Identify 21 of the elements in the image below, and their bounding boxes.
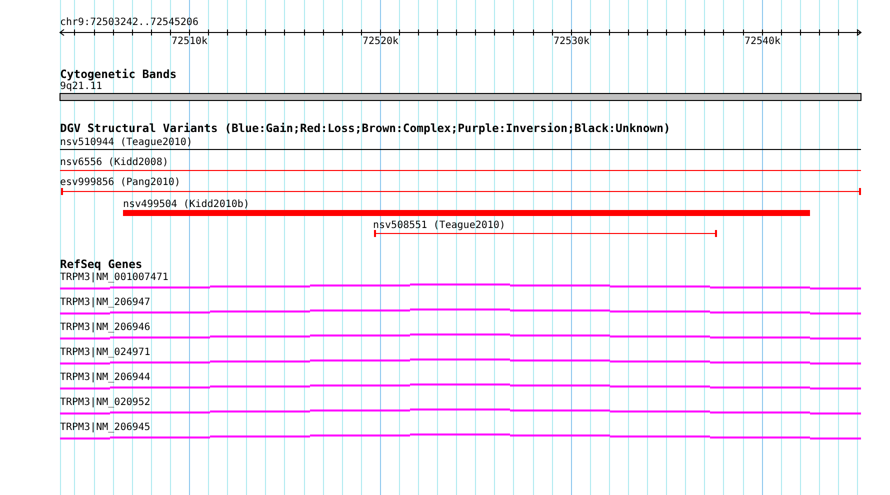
transcript-label: TRPM3|NM_001007471 [60,272,168,283]
track-title: Cytogenetic Bands [60,67,177,81]
transcript-label: TRPM3|NM_020952 [60,397,150,408]
tick-label: 72540k [744,36,781,47]
band-label: 9q21.11 [60,81,102,92]
transcript-label: TRPM3|NM_206947 [60,297,150,308]
track-title: DGV Structural Variants (Blue:Gain;Red:Loss;Brown:Complex;Purple:Inversion;Black:Unknown) [60,121,670,135]
transcript-label: TRPM3|NM_024971 [60,347,150,358]
region-coordinates: chr9:72503242..72545206 [60,17,198,28]
tick-label: 72530k [553,36,590,47]
variant-label: nsv510944 (Teague2010) [60,137,192,148]
variant-label: nsv499504 (Kidd2010b) [123,199,250,210]
transcript-label: TRPM3|NM_206944 [60,372,150,383]
tick-label: 72520k [362,36,399,47]
transcript-label: TRPM3|NM_206945 [60,422,150,433]
track-title: RefSeq Genes [60,257,142,271]
variant-label: nsv6556 (Kidd2008) [60,157,168,168]
variant-label: nsv508551 (Teague2010) [373,220,506,231]
variant-label: esv999856 (Pang2010) [60,177,180,188]
transcript-label: TRPM3|NM_206946 [60,322,150,333]
tick-label: 72510k [171,36,208,47]
